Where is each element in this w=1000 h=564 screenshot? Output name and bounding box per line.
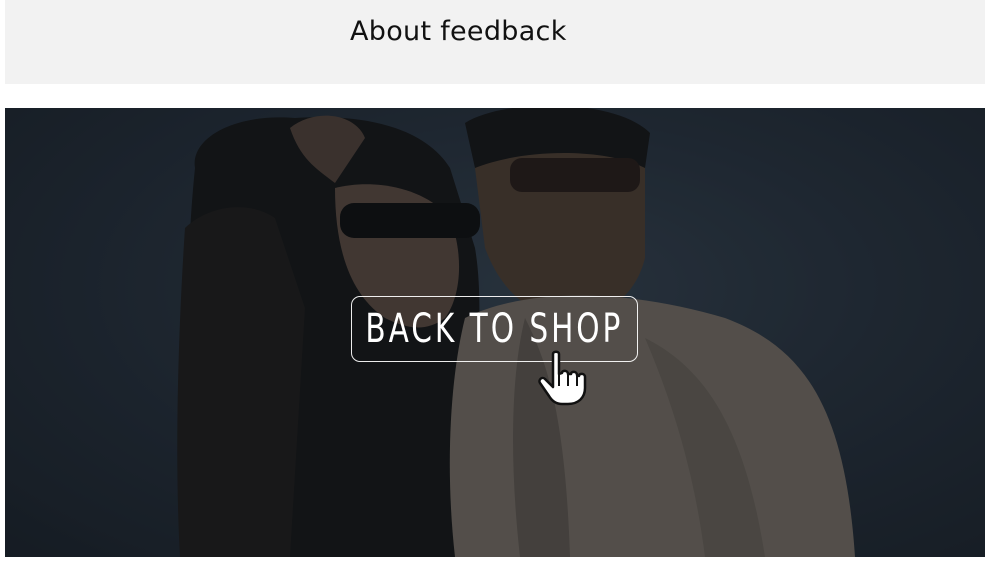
couple-in-sunglasses-photo: BACK TO SHOP — [5, 108, 985, 557]
back-to-shop-label: BACK TO SHOP — [365, 306, 624, 352]
pointer-hand-icon — [538, 350, 587, 406]
back-to-shop-button[interactable]: BACK TO SHOP — [351, 296, 638, 362]
page-title: About feedback — [350, 16, 567, 47]
promo-banner: BACK TO SHOP — [5, 95, 985, 557]
header-bar: About feedback — [5, 0, 985, 84]
banner-top-strip — [5, 95, 985, 108]
